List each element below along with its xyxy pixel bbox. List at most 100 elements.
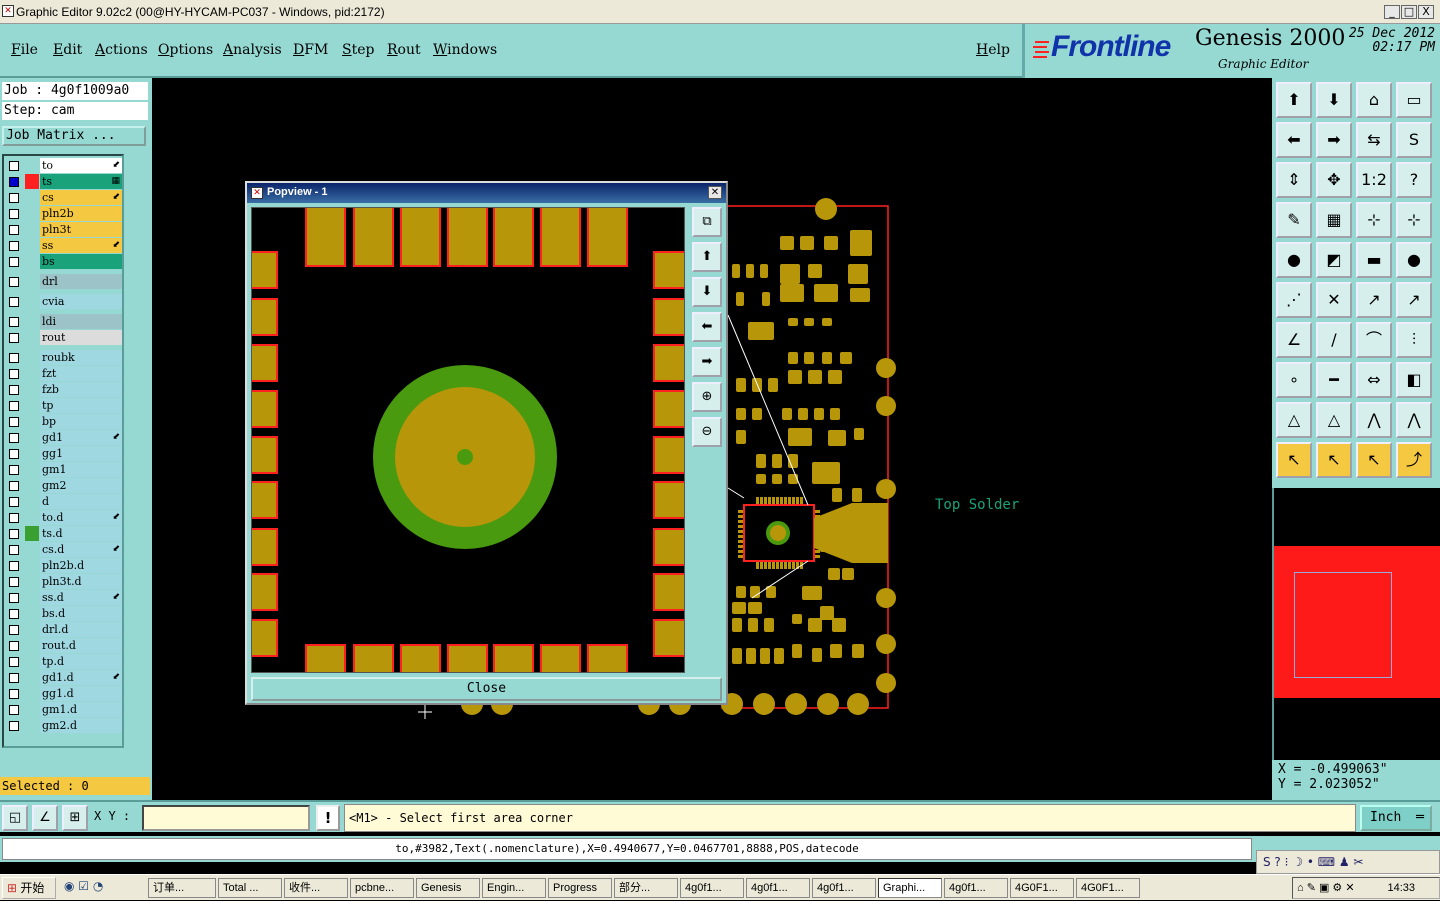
layer-checkbox[interactable] <box>9 721 19 731</box>
popview-zoom-in-button[interactable]: ⊕ <box>692 382 722 412</box>
layer-name[interactable]: bs <box>40 254 122 269</box>
layer-name[interactable]: gg1.d <box>40 686 122 701</box>
layer-name[interactable]: pln2b.d <box>40 558 122 573</box>
layer-name[interactable]: gm1.d <box>40 702 122 717</box>
layer-name[interactable]: gd1.d <box>40 670 122 685</box>
select-icon[interactable]: ● <box>1276 242 1312 278</box>
layer-checkbox[interactable] <box>9 385 19 395</box>
layer-color-swatch[interactable] <box>25 238 39 253</box>
layer-row-d[interactable]: d <box>6 494 122 509</box>
window-icon[interactable]: ▭ <box>1396 82 1432 118</box>
menu-help[interactable]: Help <box>976 42 1010 58</box>
1-2-icon[interactable]: 1:2 <box>1356 162 1392 198</box>
layer-row-roubk[interactable]: roubk <box>6 350 122 365</box>
layer-color-swatch[interactable] <box>25 382 39 397</box>
layer-row-gm2[interactable]: gm2 <box>6 478 122 493</box>
taskbar-item[interactable]: 4G0F1... <box>1010 878 1074 898</box>
net-icon[interactable]: ⋰ <box>1276 282 1312 318</box>
taskbar-item[interactable]: Total ... <box>218 878 282 898</box>
popview-close-icon[interactable]: ✕ <box>708 186 722 199</box>
menu-rout[interactable]: Rout <box>387 42 421 58</box>
polygon-icon[interactable]: ◩ <box>1316 242 1352 278</box>
graphic-icon[interactable]: ✎ <box>1276 202 1312 238</box>
layer-color-swatch[interactable] <box>25 414 39 429</box>
angle-icon[interactable]: ∠ <box>32 805 58 831</box>
layer-color-swatch[interactable] <box>25 574 39 589</box>
layer-name[interactable]: roubk <box>40 350 122 365</box>
layer-name[interactable]: cs <box>40 190 122 205</box>
home-icon[interactable]: ⌂ <box>1356 82 1392 118</box>
layer-name[interactable]: pln3t <box>40 222 122 237</box>
layer-row-ss[interactable]: ss ⬋ <box>6 238 122 253</box>
taskbar-item[interactable]: 4g0f1... <box>680 878 744 898</box>
layer-name[interactable]: ss <box>40 238 122 253</box>
layer-name[interactable]: drl.d <box>40 622 122 637</box>
ruler-icon[interactable]: ▬ <box>1356 242 1392 278</box>
tray-icons[interactable]: ⌂ ✎ ▣ ⚙ ✕ <box>1297 882 1355 894</box>
layer-name[interactable]: rout.d <box>40 638 122 653</box>
menu-file[interactable]: File <box>11 42 38 58</box>
overview-panel[interactable] <box>1272 488 1440 760</box>
taskbar-item[interactable]: Progress <box>548 878 612 898</box>
layer-color-swatch[interactable] <box>25 174 39 189</box>
popview-zoom-fit-button[interactable]: ⧉ <box>692 207 722 237</box>
layer-name[interactable]: gd1 <box>40 430 122 445</box>
menu-analysis[interactable]: Analysis <box>223 42 282 58</box>
maximize-button[interactable]: □ <box>1401 5 1417 19</box>
layer-color-swatch[interactable] <box>25 274 39 289</box>
popview-pan-left-button[interactable]: ⬅ <box>692 312 722 342</box>
pan-down-icon[interactable]: ⬇ <box>1316 82 1352 118</box>
taskbar-item[interactable]: 4g0f1... <box>812 878 876 898</box>
layer-name[interactable]: gm1 <box>40 462 122 477</box>
layer-name[interactable]: d <box>40 494 122 509</box>
layer-color-swatch[interactable] <box>25 622 39 637</box>
taskbar-item[interactable]: 4G0F1... <box>1076 878 1140 898</box>
layer-color-swatch[interactable] <box>25 558 39 573</box>
layer-row-bp[interactable]: bp <box>6 414 122 429</box>
layer-color-swatch[interactable] <box>25 206 39 221</box>
layer-color-swatch[interactable] <box>25 222 39 237</box>
layer-row-tp[interactable]: tp <box>6 398 122 413</box>
layer-checkbox[interactable] <box>9 657 19 667</box>
circle-icon[interactable]: ● <box>1396 242 1432 278</box>
fit-icon[interactable]: ⇆ <box>1356 122 1392 158</box>
popview-zoom-out-button[interactable]: ⊖ <box>692 417 722 447</box>
cross-icon[interactable]: ✕ <box>1316 282 1352 318</box>
layer-color-swatch[interactable] <box>25 542 39 557</box>
layer-checkbox[interactable] <box>9 577 19 587</box>
layer-checkbox[interactable] <box>9 673 19 683</box>
layer-color-swatch[interactable] <box>25 494 39 509</box>
layer-color-swatch[interactable] <box>25 718 39 733</box>
layer-name[interactable]: tp <box>40 398 122 413</box>
layer-color-swatch[interactable] <box>25 526 39 541</box>
layer-row-pln2b-d[interactable]: pln2b.d <box>6 558 122 573</box>
layer-checkbox[interactable] <box>9 333 19 343</box>
layer-checkbox[interactable] <box>9 417 19 427</box>
layer-row-drl-d[interactable]: drl.d <box>6 622 122 637</box>
layer-color-swatch[interactable] <box>25 254 39 269</box>
layer-checkbox[interactable] <box>9 433 19 443</box>
layer-color-swatch[interactable] <box>25 462 39 477</box>
layer-checkbox[interactable] <box>9 593 19 603</box>
layer-row-pln3t[interactable]: pln3t <box>6 222 122 237</box>
pointer-icon[interactable]: ↖ <box>1276 442 1312 478</box>
layer-checkbox[interactable] <box>9 465 19 475</box>
layer-row-tp-d[interactable]: tp.d <box>6 654 122 669</box>
layer-color-swatch[interactable] <box>25 430 39 445</box>
job-matrix-button[interactable]: Job Matrix ... <box>2 126 146 146</box>
layer-color-swatch[interactable] <box>25 590 39 605</box>
popview-window[interactable]: ✕ Popview - 1 ✕ ⧉ ⬆ ⬇ ⬅ ➡ ⊕ ⊖ Close <box>245 181 728 705</box>
layer-name[interactable]: to.d <box>40 510 122 525</box>
menu-options[interactable]: Options <box>158 42 213 58</box>
layer-color-swatch[interactable] <box>25 330 39 345</box>
layer-checkbox[interactable] <box>9 609 19 619</box>
layer-row-gm1[interactable]: gm1 <box>6 462 122 477</box>
layer-color-swatch[interactable] <box>25 314 39 329</box>
layer-color-swatch[interactable] <box>25 702 39 717</box>
menu-actions[interactable]: Actions <box>95 42 148 58</box>
layer-checkbox[interactable] <box>9 209 19 219</box>
layer-row-bs-d[interactable]: bs.d <box>6 606 122 621</box>
menu-step[interactable]: Step <box>342 42 374 58</box>
layer-row-cs[interactable]: cs ⬋ <box>6 190 122 205</box>
pan-left-icon[interactable]: ⬅ <box>1276 122 1312 158</box>
